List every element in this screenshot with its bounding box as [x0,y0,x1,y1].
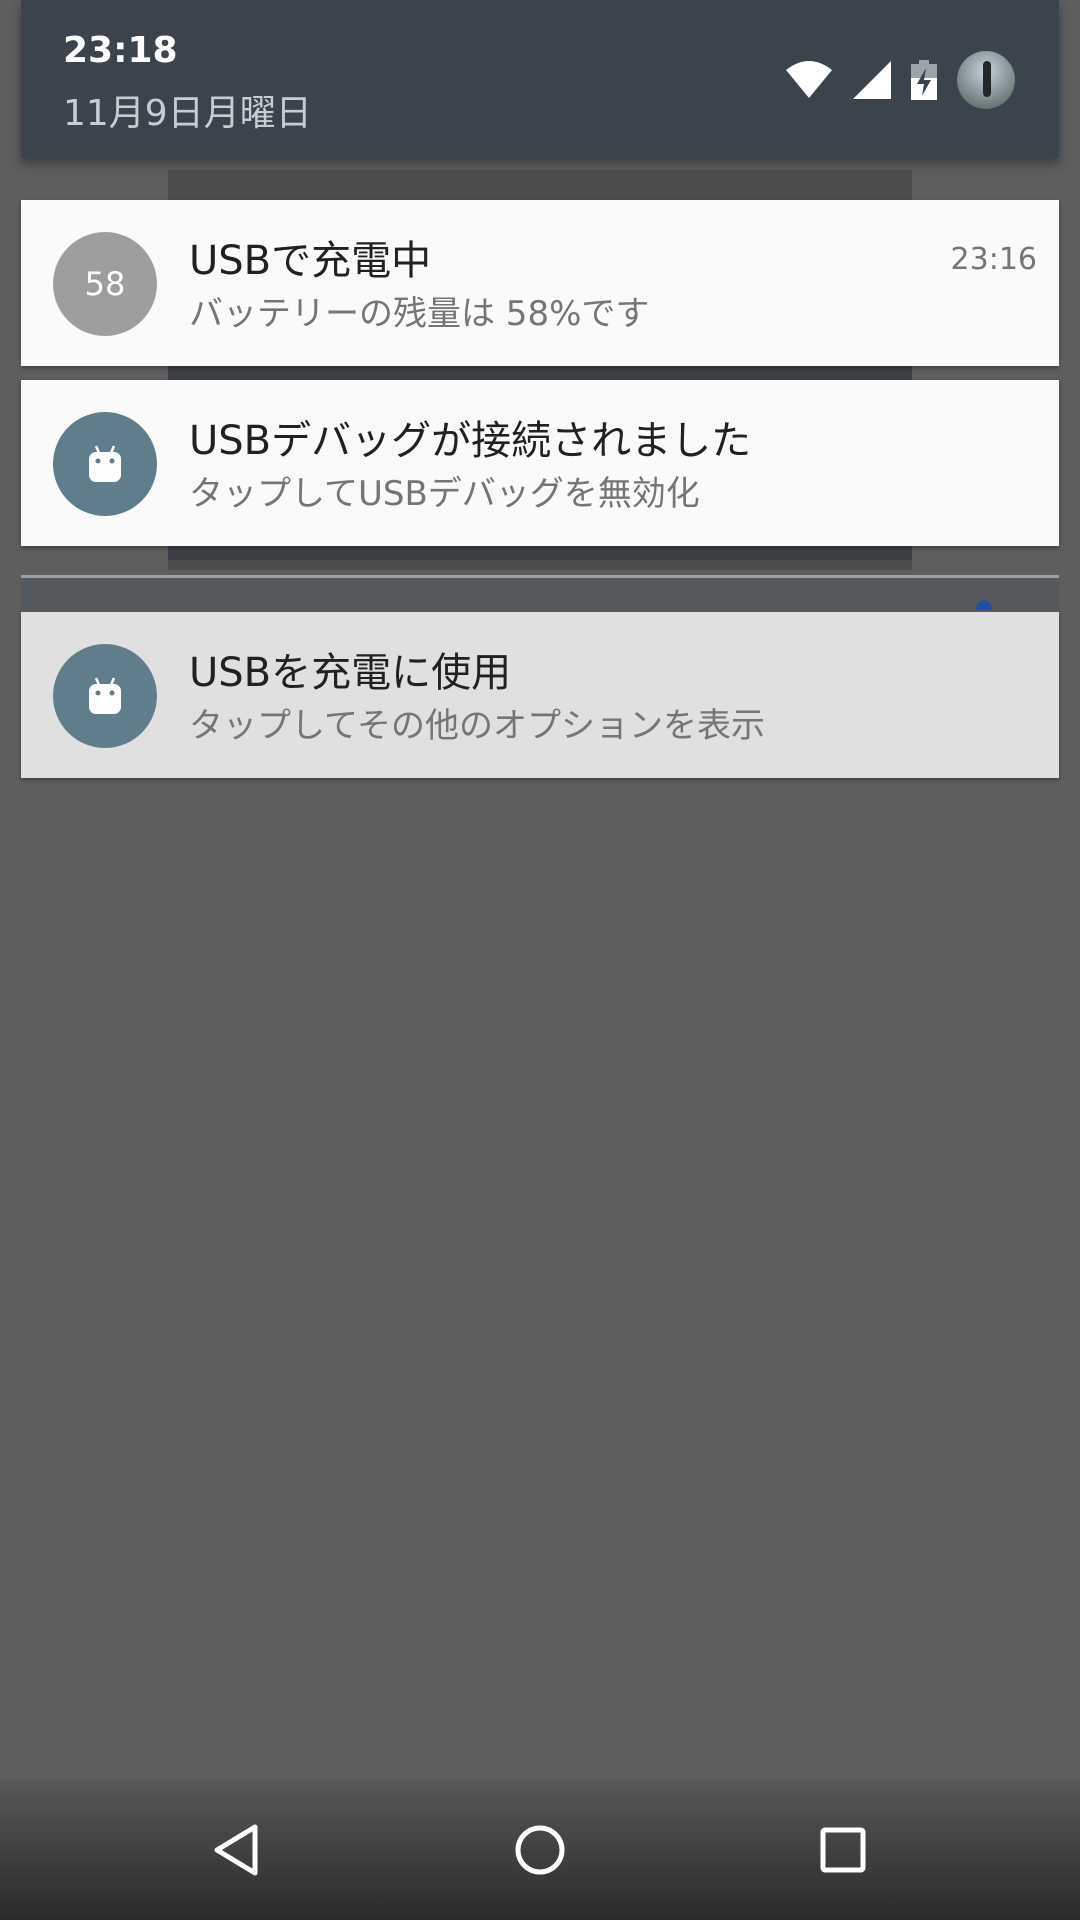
header-time: 23:18 [63,30,178,71]
notification-usb-mode[interactable]: USBを充電に使用 タップしてその他のオプションを表示 [21,612,1059,778]
header-date[interactable]: 11月9日月曜日 [63,84,312,136]
notification-usb-charging[interactable]: 58 USBで充電中 バッテリーの残量は 58%です 23:16 [21,200,1059,366]
android-icon [53,412,157,516]
battery-level-text: 58 [84,265,126,303]
recents-icon[interactable] [803,1810,883,1890]
notification-title: USBで充電中 [189,238,432,284]
android-icon [53,644,157,748]
wifi-icon [785,60,833,100]
notification-text: バッテリーの残量は 58%です [189,294,650,334]
user-avatar[interactable] [957,51,1015,109]
background-indicator [976,600,992,610]
status-icons [785,50,1015,110]
notification-text: タップしてその他のオプションを表示 [189,706,765,746]
navigation-bar [0,1780,1080,1920]
shade-header[interactable]: 23:18 11月9日月曜日 [21,0,1059,158]
notification-text: タップしてUSBデバッグを無効化 [189,474,700,514]
notification-time: 23:16 [950,242,1037,277]
battery-level-badge: 58 [53,232,157,336]
home-icon[interactable] [500,1810,580,1890]
background-strip [21,578,1059,610]
back-icon[interactable] [196,1810,276,1890]
notification-title: USBを充電に使用 [189,650,512,696]
notification-usb-debugging[interactable]: USBデバッグが接続されました タップしてUSBデバッグを無効化 [21,380,1059,546]
notification-title: USBデバッグが接続されました [189,418,752,464]
cell-signal-icon [853,61,891,99]
battery-charging-icon [911,60,937,100]
